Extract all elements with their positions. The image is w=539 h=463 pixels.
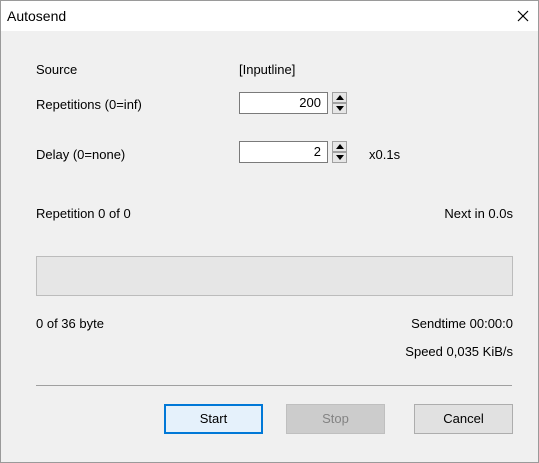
triangle-down-icon xyxy=(336,106,344,111)
source-value: [Inputline] xyxy=(239,62,296,77)
autosend-dialog: Autosend Source [Inputline] Repetitions … xyxy=(0,0,539,463)
progress-bar xyxy=(36,256,513,296)
delay-spinner xyxy=(332,141,347,163)
repetitions-label: Repetitions (0=inf) xyxy=(36,97,142,112)
bytes-status: 0 of 36 byte xyxy=(36,316,104,331)
delay-input[interactable]: 2 xyxy=(239,141,328,163)
triangle-up-icon xyxy=(336,95,344,100)
window-title: Autosend xyxy=(7,8,67,24)
delay-label: Delay (0=none) xyxy=(36,147,126,162)
repetitions-input[interactable]: 200 xyxy=(239,92,328,114)
delay-down-button[interactable] xyxy=(332,152,347,163)
close-button[interactable] xyxy=(514,7,532,25)
triangle-up-icon xyxy=(336,144,344,149)
next-in-status: Next in 0.0s xyxy=(444,206,513,221)
repetitions-down-button[interactable] xyxy=(332,103,347,114)
sendtime-status: Sendtime 00:00:0 xyxy=(411,316,513,331)
stop-button[interactable]: Stop xyxy=(286,404,385,434)
repetitions-up-button[interactable] xyxy=(332,92,347,103)
cancel-button[interactable]: Cancel xyxy=(414,404,513,434)
repetition-status: Repetition 0 of 0 xyxy=(36,206,131,221)
separator xyxy=(36,385,512,386)
speed-status: Speed 0,035 KiB/s xyxy=(405,344,513,359)
start-button[interactable]: Start xyxy=(164,404,263,434)
delay-unit-label: x0.1s xyxy=(369,147,401,162)
source-label: Source xyxy=(36,62,78,77)
close-icon xyxy=(517,10,529,22)
delay-up-button[interactable] xyxy=(332,141,347,152)
title-bar: Autosend xyxy=(1,1,538,31)
triangle-down-icon xyxy=(336,155,344,160)
repetitions-spinner xyxy=(332,92,347,114)
